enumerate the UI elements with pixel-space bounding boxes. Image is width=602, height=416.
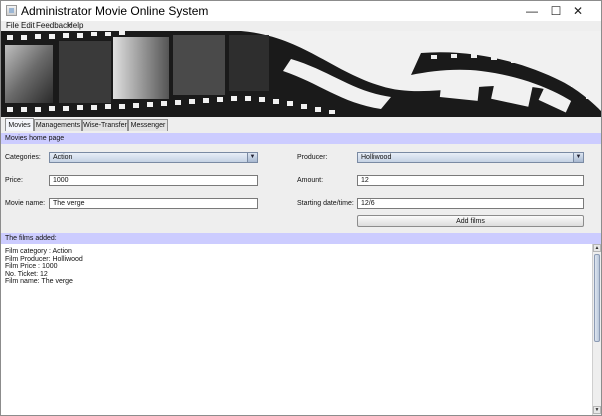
producer-select[interactable]: Holliwood ▼ (357, 152, 584, 163)
scroll-down-icon[interactable]: ▼ (593, 406, 601, 414)
output-line: Film category : Action (5, 248, 72, 255)
amount-field[interactable]: 12 (357, 175, 584, 186)
chevron-down-icon[interactable]: ▼ (247, 153, 257, 162)
scroll-up-icon[interactable]: ▲ (593, 244, 601, 252)
producer-label: Producer: (297, 154, 328, 161)
film-strip-banner (1, 31, 601, 118)
tab-messenger[interactable]: Messenger (128, 119, 168, 131)
tab-movies[interactable]: Movies (5, 118, 34, 131)
producer-value: Holliwood (361, 154, 392, 161)
output-line: No. Ticket: 12 (5, 270, 48, 278)
app-icon (6, 5, 17, 16)
window-title: Administrator Movie Online System (21, 4, 209, 18)
movies-header-label: Movies home page (5, 135, 65, 142)
film-strip-image (1, 31, 601, 117)
app-window: Administrator Movie Online System — ☐ ✕ … (0, 0, 602, 416)
price-label: Price: (5, 177, 23, 184)
add-films-button[interactable]: Add films (357, 215, 584, 227)
categories-label: Categories: (5, 154, 41, 161)
chevron-down-icon[interactable]: ▼ (573, 153, 583, 162)
movie-name-label: Movie name: (5, 200, 46, 207)
menu-file[interactable]: File (6, 21, 19, 30)
menu-feedback[interactable]: Feedback (36, 21, 71, 30)
amount-label: Amount: (297, 177, 324, 184)
vertical-scrollbar[interactable]: ▲ ▼ (592, 244, 601, 415)
categories-value: Action (53, 154, 73, 161)
menu-bar: File Edit Feedback Help (1, 21, 601, 31)
output-line: Film name: The verge (5, 278, 73, 286)
film-form: Categories: Action ▼ Producer: Holliwood… (1, 145, 601, 233)
output-line: Film Price : 1000 (5, 263, 58, 271)
starting-date-label: Starting date/time: (297, 200, 354, 207)
close-button[interactable]: ✕ (555, 1, 601, 21)
menu-edit[interactable]: Edit (21, 21, 35, 30)
films-header-label: The films added: (5, 235, 57, 242)
starting-date-field[interactable]: 12/6 (357, 198, 584, 209)
films-output-area[interactable]: Film category : Action Film Producer: Ho… (1, 244, 592, 415)
menu-help[interactable]: Help (67, 21, 83, 30)
scroll-thumb[interactable] (594, 254, 600, 342)
tab-wise-transfer[interactable]: Wise-Transfer (82, 119, 128, 131)
movies-section-header: Movies home page (1, 133, 601, 144)
movie-name-field[interactable]: The verge (49, 198, 258, 209)
output-line: Film Producer: Holliwood (5, 255, 83, 263)
price-field[interactable]: 1000 (49, 175, 258, 186)
categories-select[interactable]: Action ▼ (49, 152, 258, 163)
tab-managements[interactable]: Managements (34, 119, 82, 131)
tab-bar: Movies Managements Wise-Transfer Messeng… (1, 117, 601, 131)
films-section-header: The films added: (1, 233, 601, 244)
title-bar[interactable]: Administrator Movie Online System — ☐ ✕ (1, 1, 601, 21)
